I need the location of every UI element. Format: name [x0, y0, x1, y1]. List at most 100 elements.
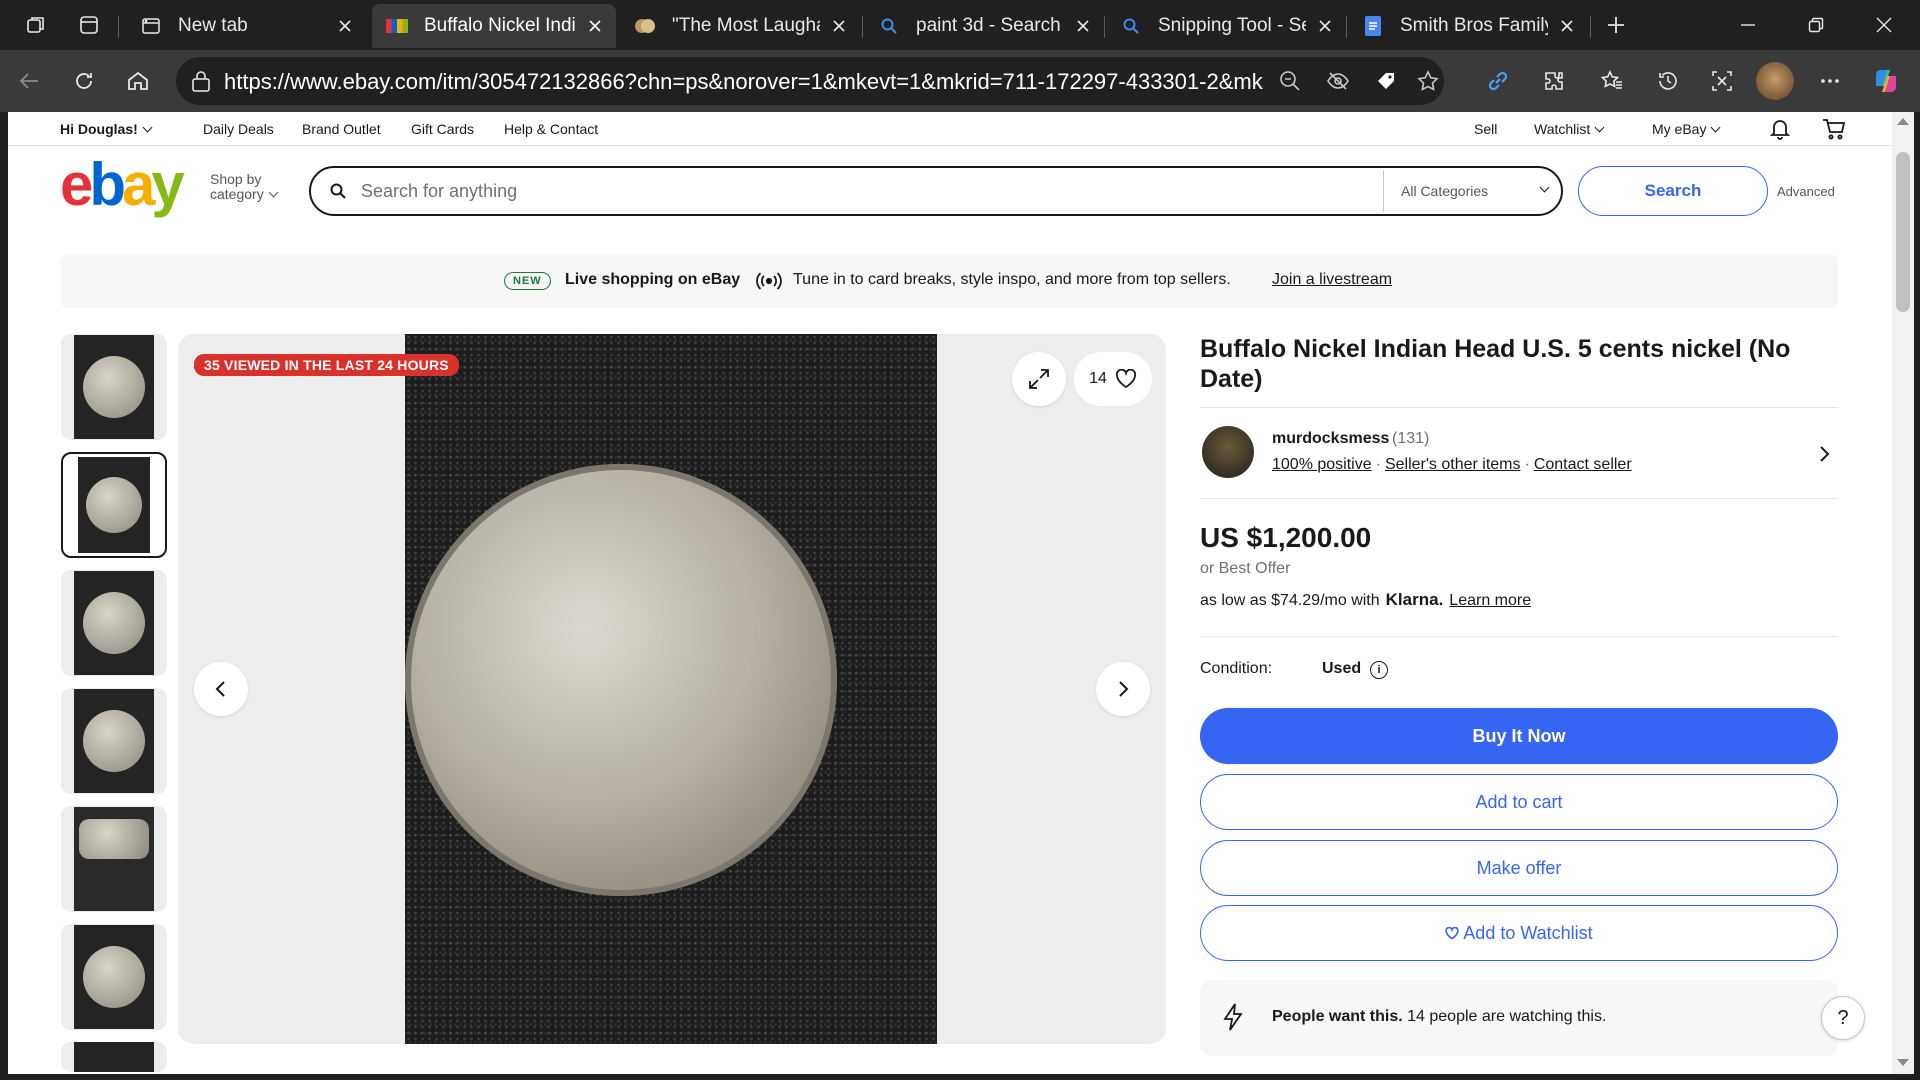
viewed-count-badge: 35 VIEWED IN THE LAST 24 HOURS — [194, 354, 459, 376]
contact-seller-link[interactable]: Contact seller — [1534, 456, 1632, 473]
close-tab-icon[interactable] — [1314, 15, 1336, 37]
extensions-icon[interactable] — [1536, 63, 1572, 99]
link-help-contact[interactable]: Help & Contact — [504, 121, 598, 137]
people-bold: People want this. — [1272, 1008, 1403, 1025]
gallery-thumbnail-selected[interactable] — [61, 452, 167, 558]
tab-snipping-tool-search[interactable]: Snipping Tool - Sea — [1106, 4, 1346, 48]
tab-most-laughable[interactable]: "The Most Laughab — [620, 4, 860, 48]
seller-avatar[interactable] — [1202, 426, 1254, 478]
people-rest: 14 people are watching this. — [1407, 1008, 1607, 1025]
search-button[interactable]: Search — [1578, 166, 1768, 216]
back-icon[interactable] — [12, 63, 48, 99]
chevron-right-icon[interactable] — [1818, 444, 1832, 464]
browser-tab-strip: New tab Buffalo Nickel India "The Most L… — [0, 0, 1920, 50]
link-gift-cards[interactable]: Gift Cards — [411, 121, 474, 137]
favorite-star-icon[interactable] — [1416, 69, 1440, 93]
gallery-thumbnail[interactable] — [61, 688, 167, 794]
advanced-search-link[interactable]: Advanced — [1777, 184, 1835, 199]
chevron-left-icon — [215, 681, 225, 697]
tracking-prevention-icon[interactable] — [1326, 69, 1350, 93]
next-image-button[interactable] — [1096, 662, 1150, 716]
link-brand-outlet[interactable]: Brand Outlet — [302, 121, 381, 137]
live-shopping-banner: NEW Live shopping on eBay Tune in to car… — [60, 254, 1838, 308]
more-options-icon[interactable] — [1812, 63, 1848, 99]
copilot-icon[interactable] — [1868, 63, 1904, 99]
page-scrollbar[interactable] — [1892, 112, 1914, 1074]
gallery-thumbnail[interactable] — [61, 924, 167, 1030]
link-sell[interactable]: Sell — [1474, 121, 1497, 137]
close-tab-icon[interactable] — [334, 15, 356, 37]
tab-paint-3d-search[interactable]: paint 3d - Search — [864, 4, 1104, 48]
add-to-cart-button[interactable]: Add to cart — [1200, 774, 1838, 830]
history-icon[interactable] — [1650, 63, 1686, 99]
tab-smith-bros-family[interactable]: Smith Bros Family I — [1348, 4, 1588, 48]
link-icon[interactable] — [1480, 63, 1516, 99]
chevron-down-icon — [1535, 181, 1550, 199]
expand-image-button[interactable] — [1012, 352, 1066, 406]
zoom-icon[interactable] — [1278, 69, 1302, 93]
close-tab-icon[interactable] — [584, 15, 606, 37]
favorites-icon[interactable] — [1594, 63, 1630, 99]
add-to-watchlist-button[interactable]: Add to Watchlist — [1200, 905, 1838, 961]
shop-by-category-button[interactable]: Shop by category — [210, 172, 279, 202]
category-label: category — [210, 187, 279, 202]
seller-other-items-link[interactable]: Seller's other items — [1385, 456, 1521, 473]
gallery-thumbnail[interactable] — [61, 570, 167, 676]
feedback-percent-link[interactable]: 100% positive — [1272, 456, 1372, 473]
lightning-icon — [1222, 1002, 1244, 1032]
my-ebay-menu[interactable]: My eBay — [1652, 121, 1721, 137]
chevron-down-icon — [142, 122, 153, 133]
heart-icon — [1115, 369, 1136, 389]
refresh-icon[interactable] — [66, 63, 102, 99]
cart-icon[interactable] — [1822, 118, 1846, 140]
site-info-icon[interactable] — [190, 69, 212, 93]
new-tab-button[interactable] — [1600, 9, 1632, 41]
watchlist-label: Watchlist — [1534, 121, 1591, 137]
join-livestream-link[interactable]: Join a livestream — [1272, 271, 1392, 289]
greeting-menu[interactable]: Hi Douglas! — [60, 121, 153, 137]
scroll-thumb[interactable] — [1896, 152, 1910, 312]
tab-title: Snipping Tool - Sea — [1158, 15, 1306, 36]
watchlist-menu[interactable]: Watchlist — [1534, 121, 1605, 137]
screenshot-icon[interactable] — [1704, 63, 1740, 99]
main-product-image[interactable]: 35 VIEWED IN THE LAST 24 HOURS 14 — [178, 334, 1166, 1044]
help-button[interactable]: ? — [1821, 996, 1865, 1040]
watch-count-button[interactable]: 14 — [1074, 352, 1152, 406]
info-icon[interactable]: i — [1370, 661, 1388, 679]
tab-actions-icon[interactable] — [73, 9, 105, 41]
close-tab-icon[interactable] — [1072, 15, 1094, 37]
klarna-learn-more-link[interactable]: Learn more — [1449, 592, 1531, 609]
close-window-button[interactable] — [1854, 0, 1914, 50]
make-offer-button[interactable]: Make offer — [1200, 840, 1838, 896]
home-icon[interactable] — [120, 63, 156, 99]
address-bar[interactable]: https://www.ebay.com/itm/305472132866?ch… — [176, 57, 1444, 105]
ebay-logo[interactable]: ebay — [60, 150, 185, 219]
notifications-bell-icon[interactable] — [1770, 118, 1790, 140]
new-badge: NEW — [504, 272, 551, 290]
tab-title: Buffalo Nickel India — [424, 15, 576, 36]
search-input[interactable]: Search for anything — [361, 181, 517, 202]
restore-button[interactable] — [1786, 0, 1846, 50]
my-ebay-label: My eBay — [1652, 121, 1707, 137]
close-tab-icon[interactable] — [828, 15, 850, 37]
buy-it-now-button[interactable]: Buy It Now — [1200, 708, 1838, 764]
seller-name[interactable]: murdocksmess — [1272, 430, 1389, 448]
link-daily-deals[interactable]: Daily Deals — [203, 121, 274, 137]
gallery-thumbnail[interactable] — [61, 334, 167, 440]
minimize-button[interactable] — [1718, 0, 1778, 50]
coupon-icon[interactable] — [1374, 69, 1398, 93]
tab-new-tab[interactable]: New tab — [126, 4, 366, 48]
gallery-thumbnail[interactable] — [61, 1042, 167, 1072]
heart-icon — [1445, 926, 1459, 940]
previous-image-button[interactable] — [194, 662, 248, 716]
page-viewport: Hi Douglas! Daily Deals Brand Outlet Gif… — [8, 112, 1892, 1074]
tab-buffalo-nickel[interactable]: Buffalo Nickel India — [372, 4, 616, 48]
gallery-thumbnail[interactable] — [61, 806, 167, 912]
banner-text: Tune in to card breaks, style inspo, and… — [793, 271, 1231, 288]
close-tab-icon[interactable] — [1556, 15, 1578, 37]
klarna-text: as low as $74.29/mo with — [1200, 592, 1380, 609]
category-select[interactable]: All Categories — [1401, 183, 1488, 199]
profile-avatar[interactable] — [1756, 62, 1794, 100]
url-text[interactable]: https://www.ebay.com/itm/305472132866?ch… — [224, 69, 1264, 95]
workspaces-icon[interactable] — [20, 9, 52, 41]
